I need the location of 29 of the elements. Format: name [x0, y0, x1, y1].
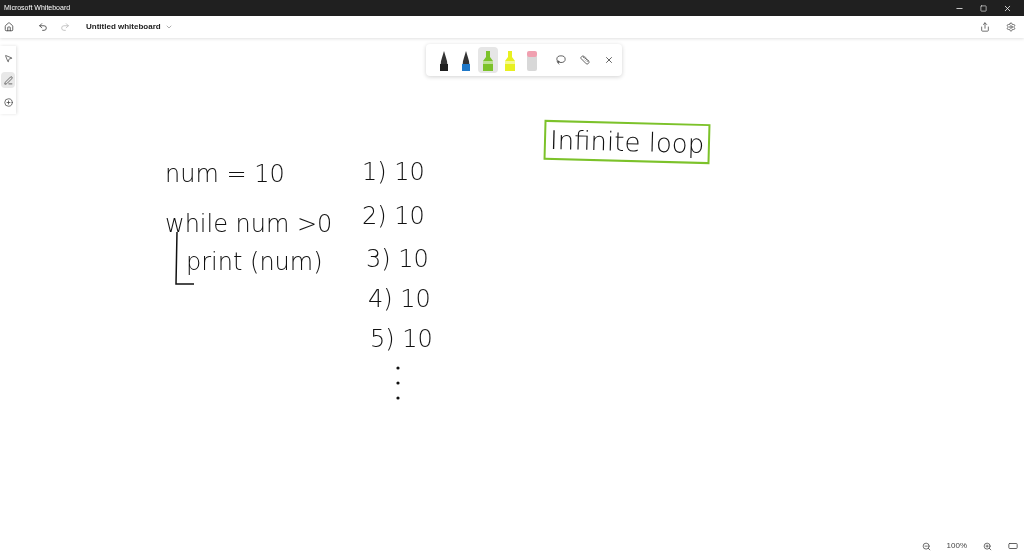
pen-icon: [3, 75, 13, 85]
ink-text: while num >0: [165, 209, 333, 240]
ink-text: 1) 10: [362, 157, 425, 188]
settings-icon[interactable]: [1006, 22, 1016, 32]
pointer-icon: [3, 53, 13, 63]
share-icon[interactable]: [980, 22, 990, 32]
undo-icon[interactable]: [38, 22, 48, 32]
chevron-icon: [164, 23, 173, 31]
ink-tool-button[interactable]: [1, 72, 15, 88]
ink-text: print (num): [186, 247, 323, 278]
fit-screen-icon[interactable]: [1008, 541, 1018, 551]
ink-text: 4) 10: [368, 284, 431, 315]
restore-icon[interactable]: [980, 4, 987, 12]
ruler-icon[interactable]: [580, 55, 590, 65]
zoom-in-icon[interactable]: [983, 541, 992, 551]
close-icon[interactable]: [604, 55, 614, 65]
plus-icon: [3, 97, 13, 107]
board-title-button[interactable]: Untitled whiteboard: [86, 21, 173, 33]
ink-text: 5) 10: [370, 324, 433, 355]
ink-text: num = 10: [165, 159, 285, 190]
ellipsis-drawing: [395, 365, 401, 401]
boxed-ink-text: Infinite loop: [543, 119, 711, 165]
ink-text: 3) 10: [366, 244, 429, 275]
ink-text: 2) 10: [362, 201, 425, 232]
home-icon[interactable]: [4, 22, 14, 32]
zoom-level: 100%: [946, 540, 967, 552]
lasso-icon[interactable]: [556, 55, 566, 65]
zoom-out-icon[interactable]: [921, 541, 931, 551]
close-icon[interactable]: [1003, 3, 1012, 13]
